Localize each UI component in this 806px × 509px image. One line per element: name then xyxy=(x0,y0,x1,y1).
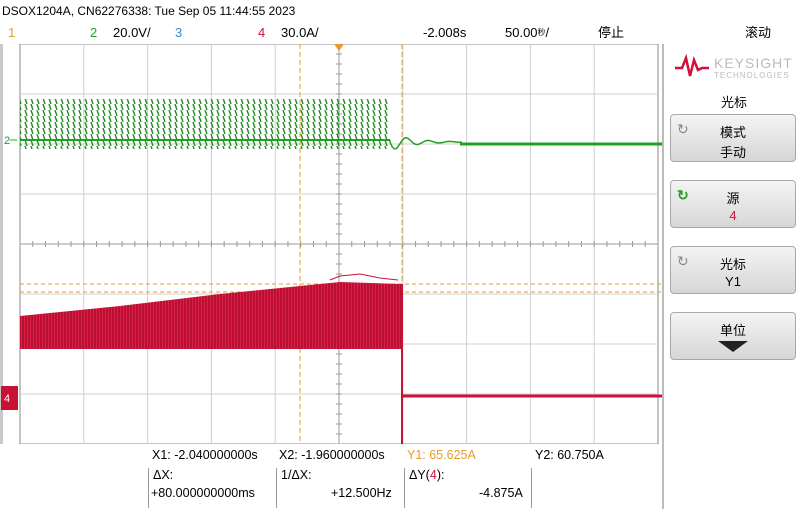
x2-readout: X2: -1.960000000s xyxy=(279,448,385,462)
source-softkey-value: 4 xyxy=(729,208,737,223)
source-softkey[interactable]: ↻ 源 4 xyxy=(670,180,796,228)
keysight-wave-icon xyxy=(675,54,709,77)
units-softkey-label: 单位 xyxy=(719,323,746,338)
trigger-marker-icon[interactable] xyxy=(334,44,344,51)
time-unit: 秒 xyxy=(537,28,546,37)
cursor-softkey-value: Y1 xyxy=(725,274,741,289)
keysight-logo: KEYSIGHT TECHNOLOGIES xyxy=(672,50,798,82)
channel-3-label[interactable]: 3 xyxy=(175,25,182,41)
svg-text:4: 4 xyxy=(4,393,10,405)
scope-display[interactable]: 2 4 xyxy=(0,43,662,445)
channel-4-ground-marker[interactable]: 4 xyxy=(1,386,18,410)
source-softkey-label: 源 xyxy=(726,191,740,206)
channel-4-scale: 30.0A/ xyxy=(281,25,319,40)
channel-2-label[interactable]: 2 xyxy=(90,25,97,41)
units-softkey[interactable]: 单位 xyxy=(670,312,796,360)
channel-4-label[interactable]: 4 xyxy=(258,25,265,41)
delta-y-box: ΔY(4): -4.875A xyxy=(404,468,532,508)
delta-x-value: +80.000000000ms xyxy=(151,486,255,500)
y2-readout: Y2: 60.750A xyxy=(535,448,604,462)
delta-x-box: ΔX: +80.000000000ms xyxy=(148,468,276,508)
cursor-softkey-label: 光标 xyxy=(719,257,746,272)
y1-readout: Y1: 65.625A xyxy=(407,448,476,462)
time-offset: -2.008s xyxy=(423,25,467,40)
acquisition-mode: 滚动 xyxy=(745,25,772,40)
mode-softkey-label: 模式 xyxy=(719,125,746,140)
x1-readout: X1: -2.040000000s xyxy=(152,448,258,462)
delta-x-label: ΔX: xyxy=(153,468,174,482)
brand-subtitle: TECHNOLOGIES xyxy=(714,71,790,80)
device-title: DSOX1204A, CN62276338: Tue Sep 05 11:44:… xyxy=(2,4,296,18)
inverse-delta-x-box: 1/ΔX: +12.500Hz xyxy=(276,468,404,508)
inverse-delta-x-label: 1/ΔX: xyxy=(281,468,312,482)
brand-name: KEYSIGHT xyxy=(714,55,793,71)
svg-text:2: 2 xyxy=(4,135,10,147)
inverse-delta-x-value: +12.500Hz xyxy=(331,486,392,500)
channel-4-waveform xyxy=(20,273,662,444)
time-scale: 50.00秒/ xyxy=(505,25,550,40)
delta-y-value: -4.875A xyxy=(479,486,523,500)
channel-1-label[interactable]: 1 xyxy=(8,25,15,41)
channel-bar: 1 2 20.0V/ 3 4 30.0A/ -2.008s 50.00秒/ 停止… xyxy=(0,22,806,44)
arrow-down-icon xyxy=(718,341,748,352)
cursor-softkey[interactable]: ↻ 光标 Y1 xyxy=(670,246,796,294)
channel-2-ground-marker[interactable]: 2 xyxy=(3,133,17,147)
channel-2-scale: 20.0V/ xyxy=(113,25,151,40)
title-bar: DSOX1204A, CN62276338: Tue Sep 05 11:44:… xyxy=(0,0,806,22)
delta-y-label: ΔY(4): xyxy=(409,468,445,482)
softkey-panel: KEYSIGHT TECHNOLOGIES 光标 ↻ 模式 手动 ↻ 源 4 ↻… xyxy=(662,44,806,509)
waveform-plot[interactable]: 2 4 xyxy=(0,43,662,445)
mode-softkey-value: 手动 xyxy=(719,145,746,160)
cursor-readout: X1: -2.040000000s X2: -1.960000000s Y1: … xyxy=(0,444,662,509)
channel-2-waveform xyxy=(20,99,662,150)
mode-softkey[interactable]: ↻ 模式 手动 xyxy=(670,114,796,162)
run-state: 停止 xyxy=(598,25,625,40)
panel-title: 光标 xyxy=(720,95,747,110)
